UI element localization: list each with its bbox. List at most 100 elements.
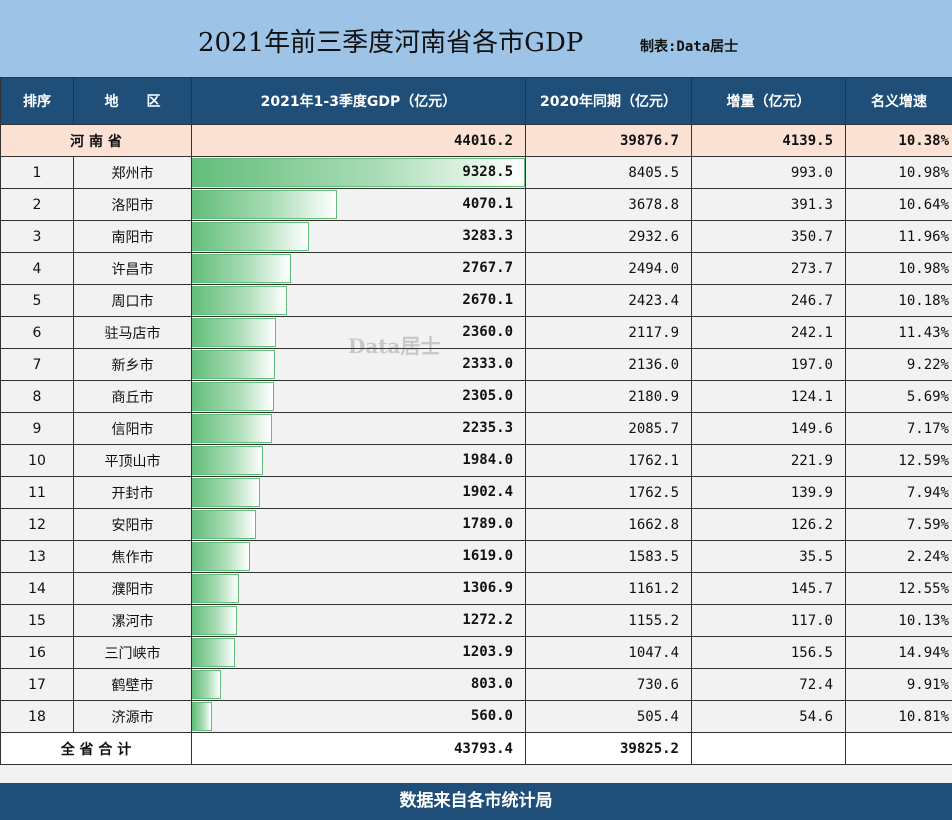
row-city: 信阳市 [73,412,192,445]
header-growth: 名义增速 [845,77,952,125]
row-city: 驻马店市 [73,316,192,349]
row-city: 许昌市 [73,252,192,285]
row-rank: 2 [0,188,74,221]
table-row: 9 信阳市 2235.3 2085.7 149.6 7.17% [0,412,952,445]
row-growth: 14.94% [845,636,952,669]
header-rank: 排序 [0,77,74,125]
row-gdp-value: 1619.0 [462,548,513,564]
province-prev: 39876.7 [525,124,692,157]
row-city: 焦作市 [73,540,192,573]
row-gdp-cell: 1272.2 [191,604,526,637]
row-city: 洛阳市 [73,188,192,221]
row-city: 三门峡市 [73,636,192,669]
row-gdp-value: 1789.0 [462,516,513,532]
row-prev: 2085.7 [525,412,692,445]
row-gdp-value: 1272.2 [462,612,513,628]
row-prev: 1762.5 [525,476,692,509]
row-gdp-cell: 1619.0 [191,540,526,573]
row-growth: 9.91% [845,668,952,701]
row-gdp-value: 4070.1 [462,196,513,212]
province-gdp: 44016.2 [191,124,526,157]
row-growth: 10.98% [845,252,952,285]
row-increase: 126.2 [691,508,846,541]
row-city: 济源市 [73,700,192,733]
province-growth: 10.38% [845,124,952,157]
row-increase: 139.9 [691,476,846,509]
row-increase: 35.5 [691,540,846,573]
table-row: 13 焦作市 1619.0 1583.5 35.5 2.24% [0,540,952,573]
row-gdp-cell: 2305.0 [191,380,526,413]
table-row: 1 郑州市 9328.5 8405.5 993.0 10.98% [0,156,952,189]
row-prev: 505.4 [525,700,692,733]
row-growth: 9.22% [845,348,952,381]
table-row: 18 济源市 560.0 505.4 54.6 10.81% [0,700,952,733]
row-city: 南阳市 [73,220,192,253]
footer-source: 数据来自各市统计局 [0,783,952,820]
row-gdp-value: 9328.5 [462,164,513,180]
row-gdp-cell: 9328.5 [191,156,526,189]
row-prev: 8405.5 [525,156,692,189]
row-rank: 7 [0,348,74,381]
row-growth: 10.13% [845,604,952,637]
province-row: 河 南 省 44016.2 39876.7 4139.5 10.38% [0,124,952,157]
row-gdp-cell: 2360.0 [191,316,526,349]
row-gdp-value: 2767.7 [462,260,513,276]
table-row: 2 洛阳市 4070.1 3678.8 391.3 10.64% [0,188,952,221]
row-gdp-value: 3283.3 [462,228,513,244]
row-rank: 4 [0,252,74,285]
total-increase-empty [691,732,846,765]
row-growth: 5.69% [845,380,952,413]
table-row: 17 鹤壁市 803.0 730.6 72.4 9.91% [0,668,952,701]
header-prev: 2020年同期（亿元） [525,77,692,125]
row-city: 商丘市 [73,380,192,413]
row-rank: 3 [0,220,74,253]
row-growth: 12.59% [845,444,952,477]
row-rank: 14 [0,572,74,605]
title-bar: 2021年前三季度河南省各市GDP 制表:Data居士 [0,0,952,77]
page-title: 2021年前三季度河南省各市GDP [198,28,584,58]
total-label: 全 省 合 计 [0,732,192,765]
row-increase: 124.1 [691,380,846,413]
row-gdp-cell: 2333.0 [191,348,526,381]
row-gdp-cell: 1902.4 [191,476,526,509]
row-increase: 145.7 [691,572,846,605]
total-prev: 39825.2 [525,732,692,765]
row-prev: 730.6 [525,668,692,701]
row-gdp-cell: 1203.9 [191,636,526,669]
row-prev: 1583.5 [525,540,692,573]
row-rank: 15 [0,604,74,637]
table-row: 8 商丘市 2305.0 2180.9 124.1 5.69% [0,380,952,413]
city-rows: 1 郑州市 9328.5 8405.5 993.0 10.98% 2 洛阳市 4070.1 367… [0,156,952,733]
row-gdp-value: 2235.3 [462,420,513,436]
table-row: 14 濮阳市 1306.9 1161.2 145.7 12.55% [0,572,952,605]
row-prev: 1762.1 [525,444,692,477]
row-rank: 8 [0,380,74,413]
row-prev: 1155.2 [525,604,692,637]
row-gdp-value: 1306.9 [462,580,513,596]
row-increase: 273.7 [691,252,846,285]
row-gdp-cell: 560.0 [191,700,526,733]
row-prev: 2932.6 [525,220,692,253]
row-growth: 12.55% [845,572,952,605]
row-prev: 2494.0 [525,252,692,285]
row-growth: 10.64% [845,188,952,221]
header-gdp: 2021年1-3季度GDP（亿元） [191,77,526,125]
row-rank: 17 [0,668,74,701]
row-rank: 1 [0,156,74,189]
row-gdp-cell: 2235.3 [191,412,526,445]
total-growth-empty [845,732,952,765]
table-row: 4 许昌市 2767.7 2494.0 273.7 10.98% [0,252,952,285]
row-increase: 72.4 [691,668,846,701]
row-increase: 117.0 [691,604,846,637]
row-prev: 2117.9 [525,316,692,349]
row-city: 漯河市 [73,604,192,637]
row-gdp-cell: 2767.7 [191,252,526,285]
row-rank: 11 [0,476,74,509]
row-gdp-cell: 1306.9 [191,572,526,605]
row-increase: 993.0 [691,156,846,189]
row-increase: 242.1 [691,316,846,349]
maker-credit: 制表:Data居士 [640,39,739,55]
row-city: 周口市 [73,284,192,317]
row-prev: 1662.8 [525,508,692,541]
table-row: 15 漯河市 1272.2 1155.2 117.0 10.13% [0,604,952,637]
